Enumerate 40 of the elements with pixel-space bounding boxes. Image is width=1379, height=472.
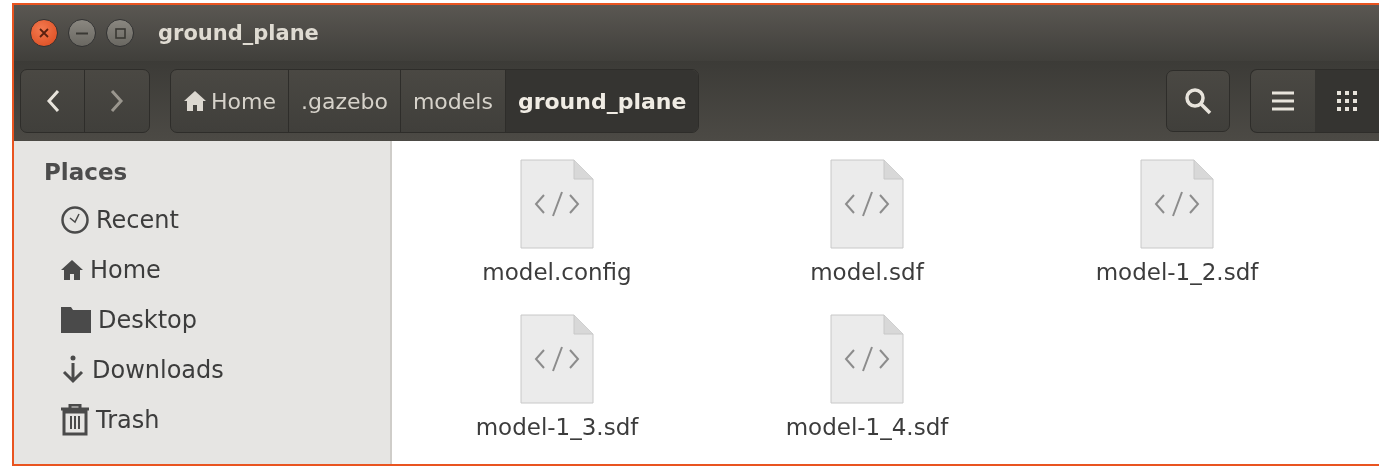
code-file-icon bbox=[830, 159, 904, 249]
breadcrumb-button[interactable]: models bbox=[400, 70, 506, 132]
sidebar-item[interactable]: Trash bbox=[44, 395, 390, 445]
view-button[interactable] bbox=[1315, 70, 1379, 132]
grid-icon bbox=[1337, 91, 1357, 111]
search-button[interactable] bbox=[1166, 70, 1230, 132]
breadcrumb-button[interactable]: .gazebo bbox=[288, 70, 401, 132]
code-file-icon bbox=[520, 314, 594, 404]
file-name[interactable]: model-1_3.sdf bbox=[475, 414, 639, 440]
list-icon bbox=[1272, 91, 1294, 111]
search-icon bbox=[1183, 86, 1213, 116]
home-icon bbox=[183, 90, 207, 112]
breadcrumb-button[interactable]: ground_plane bbox=[505, 70, 699, 132]
file-name[interactable]: model.config bbox=[482, 259, 632, 285]
sidebar-item[interactable]: Recent bbox=[44, 195, 390, 245]
clock-icon bbox=[60, 205, 90, 235]
window-button[interactable] bbox=[106, 19, 134, 47]
folder-icon bbox=[60, 306, 92, 334]
code-file-icon bbox=[520, 159, 594, 249]
window-button[interactable] bbox=[68, 19, 96, 47]
code-file-icon bbox=[830, 314, 904, 404]
sidebar-item[interactable]: Home bbox=[44, 245, 390, 295]
close-icon bbox=[39, 28, 49, 38]
sidebar-item[interactable]: Desktop bbox=[44, 295, 390, 345]
breadcrumb-button[interactable]: Home bbox=[171, 70, 289, 132]
file-name[interactable]: model-1_4.sdf bbox=[785, 414, 949, 440]
forward-icon bbox=[110, 89, 124, 113]
window-title: ground_plane bbox=[158, 21, 319, 45]
file-name[interactable]: model.sdf bbox=[810, 259, 924, 285]
trash-icon bbox=[60, 404, 90, 436]
download-icon bbox=[60, 355, 86, 385]
code-file-icon bbox=[1140, 159, 1214, 249]
window-button[interactable] bbox=[30, 19, 58, 47]
home-icon bbox=[60, 259, 84, 281]
sidebar-heading: Places bbox=[44, 159, 129, 185]
back-icon bbox=[45, 89, 60, 113]
maximize-icon bbox=[114, 27, 126, 39]
minimize-icon bbox=[76, 31, 88, 35]
file-name[interactable]: model-1_2.sdf bbox=[1095, 259, 1259, 285]
sidebar-item[interactable]: Downloads bbox=[44, 345, 390, 395]
